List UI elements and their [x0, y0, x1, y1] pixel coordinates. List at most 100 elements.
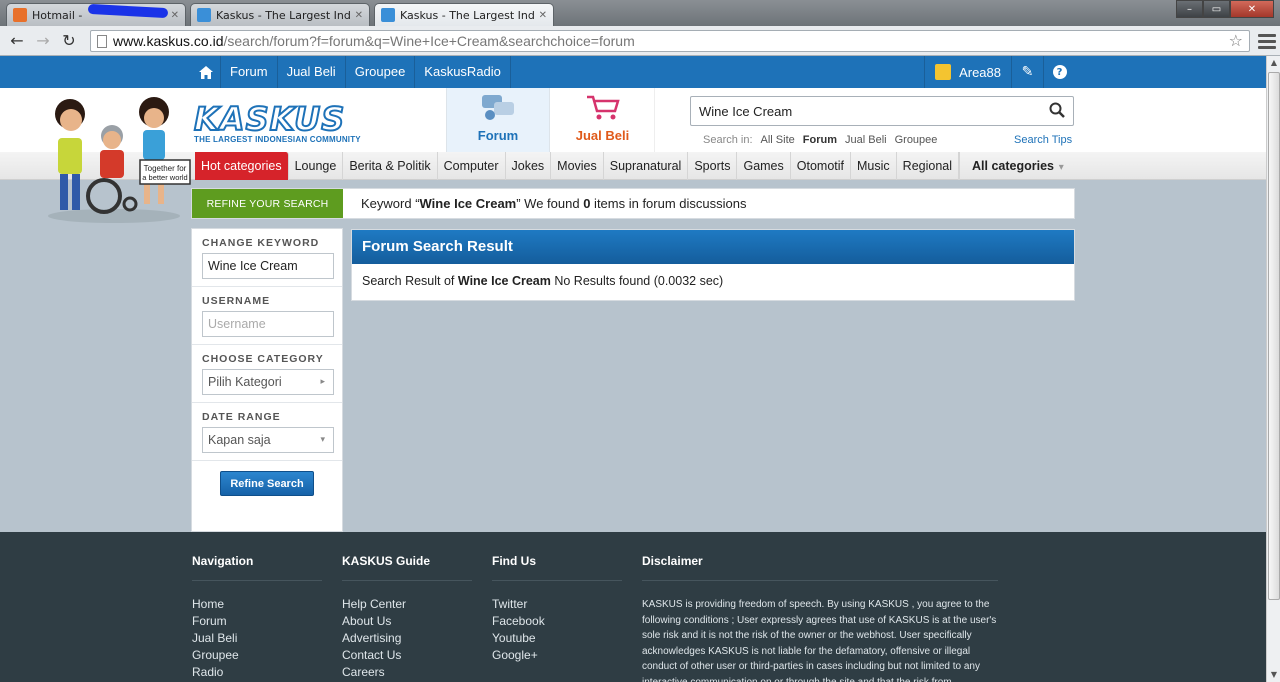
- kw-suffix: items in forum discussions: [590, 196, 747, 211]
- kw-mid: ” We found: [516, 196, 584, 211]
- refine-strip: REFINE YOUR SEARCH Keyword “Wine Ice Cre…: [191, 188, 1075, 219]
- web-page: Forum Jual Beli Groupee KaskusRadio Area…: [0, 56, 1266, 682]
- search-scope-groupee[interactable]: Groupee: [895, 134, 938, 146]
- topnav-jual-beli[interactable]: Jual Beli: [278, 56, 346, 88]
- maximize-button[interactable]: ▭: [1203, 0, 1230, 18]
- keyword-input[interactable]: Wine Ice Cream: [202, 253, 334, 279]
- footer-link-twitter[interactable]: Twitter: [492, 597, 622, 614]
- window-controls: – ▭ ✕: [1176, 0, 1274, 18]
- category-otomotif[interactable]: Otomotif: [791, 152, 852, 180]
- category-supranatural[interactable]: Supranatural: [604, 152, 689, 180]
- search-scope-forum[interactable]: Forum: [803, 134, 837, 146]
- browser-toolbar: ← → ↻ www.kaskus.co.id/search/forum?f=fo…: [0, 26, 1280, 56]
- refine-search-button[interactable]: Refine Search: [220, 471, 314, 496]
- category-movies[interactable]: Movies: [551, 152, 604, 180]
- address-bar[interactable]: www.kaskus.co.id/search/forum?f=forum&q=…: [90, 30, 1250, 52]
- change-keyword-label: CHANGE KEYWORD: [202, 237, 320, 249]
- help-button[interactable]: ?: [1043, 56, 1075, 88]
- close-window-button[interactable]: ✕: [1230, 0, 1274, 18]
- category-computer[interactable]: Computer: [438, 152, 506, 180]
- footer-link-groupee[interactable]: Groupee: [192, 648, 322, 665]
- category-games[interactable]: Games: [737, 152, 791, 180]
- search-icon[interactable]: [1049, 102, 1065, 118]
- footer-link-advertising[interactable]: Advertising: [342, 631, 472, 648]
- footer-guide: KASKUS Guide Help Center About Us Advert…: [342, 554, 472, 682]
- category-berita-politik[interactable]: Berita & Politik: [343, 152, 438, 180]
- topnav-forum[interactable]: Forum: [221, 56, 278, 88]
- results-title: Forum Search Result: [352, 230, 1074, 264]
- footer-link-radio[interactable]: Radio: [192, 665, 322, 682]
- browser-tab-kaskus-2[interactable]: Kaskus - The Largest Indo ✕: [374, 3, 554, 26]
- search-scope-jual-beli[interactable]: Jual Beli: [845, 134, 887, 146]
- category-lounge[interactable]: Lounge: [289, 152, 344, 180]
- mascot-illustration: Together for a better world: [48, 97, 191, 223]
- username: Area88: [959, 64, 1001, 80]
- page-scrollbar[interactable]: ▲ ▼: [1266, 56, 1280, 682]
- category-jokes[interactable]: Jokes: [506, 152, 552, 180]
- results-prefix: Search Result of: [362, 274, 458, 288]
- forum-chat-icon: [480, 93, 516, 123]
- user-menu[interactable]: Area88: [924, 56, 1011, 88]
- tab-close-icon[interactable]: ✕: [539, 10, 547, 21]
- home-icon[interactable]: [191, 56, 221, 88]
- category-select[interactable]: Pilih Kategori ▸: [202, 369, 334, 395]
- results-message: Search Result of Wine Ice Cream No Resul…: [352, 264, 1074, 298]
- mode-jual-beli-tab[interactable]: Jual Beli: [551, 88, 655, 152]
- browser-tab-kaskus-1[interactable]: Kaskus - The Largest Indo ✕: [190, 3, 370, 26]
- reload-icon[interactable]: ↻: [58, 31, 80, 51]
- avatar: [935, 64, 952, 80]
- back-arrow-icon[interactable]: ←: [6, 31, 28, 51]
- site-footer: Navigation Home Forum Jual Beli Groupee …: [0, 532, 1266, 682]
- topnav-groupee[interactable]: Groupee: [346, 56, 416, 88]
- date-range-select[interactable]: Kapan saja ▾: [202, 427, 334, 453]
- chevron-down-icon: ▾: [1056, 162, 1064, 173]
- minimize-button[interactable]: –: [1176, 0, 1203, 18]
- kw-prefix: Keyword “: [361, 196, 420, 211]
- pencil-icon[interactable]: ✎: [1011, 56, 1043, 88]
- tab-close-icon[interactable]: ✕: [171, 10, 179, 21]
- forward-arrow-icon[interactable]: →: [32, 31, 54, 51]
- category-sports[interactable]: Sports: [688, 152, 738, 180]
- footer-link-home[interactable]: Home: [192, 597, 322, 614]
- footer-link-careers[interactable]: Careers: [342, 665, 472, 682]
- footer-link-about-us[interactable]: About Us: [342, 614, 472, 631]
- browser-tab-strip: Hotmail - ✕ Kaskus - The Largest Indo ✕ …: [0, 0, 1280, 26]
- category-regional[interactable]: Regional: [897, 152, 960, 180]
- footer-link-forum[interactable]: Forum: [192, 614, 322, 631]
- search-in-label: Search in:: [703, 134, 753, 146]
- scrollbar-thumb[interactable]: [1268, 72, 1280, 600]
- kaskus-logo[interactable]: KASKUS THE LARGEST INDONESIAN COMMUNITY: [190, 100, 362, 144]
- footer-link-contact-us[interactable]: Contact Us: [342, 648, 472, 665]
- footer-link-jual-beli[interactable]: Jual Beli: [192, 631, 322, 648]
- scroll-up-icon[interactable]: ▲: [1267, 56, 1280, 70]
- category-music[interactable]: Music: [851, 152, 897, 180]
- date-range-value: Kapan saja: [208, 433, 271, 447]
- results-keyword: Wine Ice Cream: [457, 274, 551, 288]
- hot-categories[interactable]: Hot categories: [195, 152, 289, 180]
- scroll-down-icon[interactable]: ▼: [1267, 668, 1280, 682]
- site-search-input[interactable]: Wine Ice Cream: [690, 96, 1074, 126]
- logo-wordmark: KASKUS: [193, 100, 346, 138]
- footer-find-us: Find Us Twitter Facebook Youtube Google+: [492, 554, 622, 665]
- url-host: www.kaskus.co.id: [113, 33, 224, 49]
- all-categories-dropdown[interactable]: All categories ▾: [959, 152, 1076, 180]
- svg-text:a better world: a better world: [142, 173, 187, 182]
- footer-link-help-center[interactable]: Help Center: [342, 597, 472, 614]
- search-tips-link[interactable]: Search Tips: [1014, 134, 1072, 146]
- question-icon: ?: [1052, 65, 1067, 79]
- footer-link-google-plus[interactable]: Google+: [492, 648, 622, 665]
- username-input[interactable]: Username: [202, 311, 334, 337]
- results-suffix: No Results found (0.0032 sec): [550, 274, 724, 288]
- footer-link-facebook[interactable]: Facebook: [492, 614, 622, 631]
- footer-link-youtube[interactable]: Youtube: [492, 631, 622, 648]
- search-scope-all-site[interactable]: All Site: [761, 134, 795, 146]
- tab-close-icon[interactable]: ✕: [355, 10, 363, 21]
- mode-forum-label: Forum: [477, 128, 519, 143]
- browser-menu-icon[interactable]: [1258, 30, 1276, 52]
- bookmark-star-icon[interactable]: ☆: [1229, 31, 1243, 50]
- mode-forum-tab[interactable]: Forum: [446, 88, 550, 152]
- footer-heading: Find Us: [492, 554, 622, 581]
- refine-your-search-tab[interactable]: REFINE YOUR SEARCH: [192, 189, 343, 218]
- search-results-panel: Forum Search Result Search Result of Win…: [351, 229, 1075, 301]
- topnav-kaskusradio[interactable]: KaskusRadio: [415, 56, 511, 88]
